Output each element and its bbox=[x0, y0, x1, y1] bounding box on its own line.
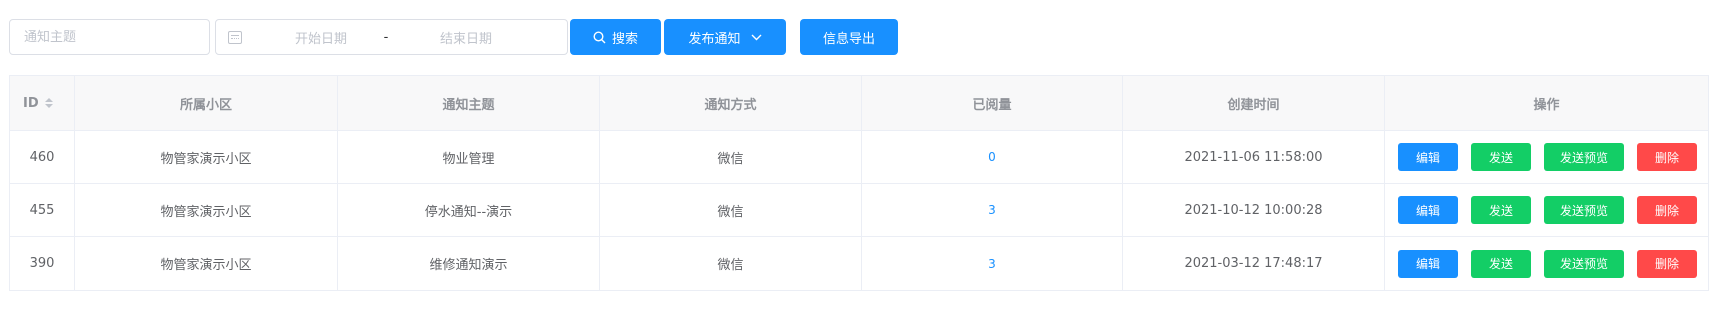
column-header-id-label: ID bbox=[23, 95, 39, 111]
delete-button[interactable]: 删除 bbox=[1637, 196, 1697, 224]
publish-notice-dropdown[interactable]: 发布通知 bbox=[664, 19, 786, 55]
table-row: 455 物管家演示小区 停水通知--演示 微信 3 2021-10-12 10:… bbox=[10, 184, 1708, 237]
read-count-link[interactable]: 3 bbox=[988, 203, 996, 217]
column-header-read-count: 已阅量 bbox=[862, 76, 1123, 130]
export-info-button[interactable]: 信息导出 bbox=[800, 19, 898, 55]
publish-notice-label: 发布通知 bbox=[688, 31, 741, 47]
edit-button[interactable]: 编辑 bbox=[1398, 143, 1458, 171]
cell-created-at: 2021-10-12 10:00:28 bbox=[1123, 184, 1385, 236]
send-preview-button[interactable]: 发送预览 bbox=[1544, 249, 1624, 278]
notice-table: ID 所属小区 通知主题 通知方式 已阅量 创建时间 操作 460 物管家演示小… bbox=[9, 75, 1709, 291]
search-button-label: 搜索 bbox=[611, 31, 638, 47]
column-header-subject: 通知主题 bbox=[338, 76, 600, 130]
cell-community: 物管家演示小区 bbox=[75, 237, 338, 290]
edit-button[interactable]: 编辑 bbox=[1398, 249, 1458, 278]
cell-method: 微信 bbox=[600, 184, 862, 236]
cell-subject: 维修通知演示 bbox=[338, 237, 600, 290]
cell-id: 390 bbox=[10, 237, 75, 290]
cell-id: 460 bbox=[10, 131, 75, 183]
chevron-down-icon bbox=[751, 34, 762, 41]
read-count-link[interactable]: 3 bbox=[988, 257, 996, 271]
send-button[interactable]: 发送 bbox=[1471, 143, 1531, 171]
table-row: 460 物管家演示小区 物业管理 微信 0 2021-11-06 11:58:0… bbox=[10, 131, 1708, 184]
edit-button[interactable]: 编辑 bbox=[1398, 196, 1458, 224]
cell-community: 物管家演示小区 bbox=[75, 131, 338, 183]
delete-button[interactable]: 删除 bbox=[1637, 249, 1697, 278]
calendar-icon bbox=[228, 30, 242, 44]
cell-created-at: 2021-11-06 11:58:00 bbox=[1123, 131, 1385, 183]
delete-button[interactable]: 删除 bbox=[1637, 143, 1697, 171]
read-count-link[interactable]: 0 bbox=[988, 150, 996, 164]
cell-read-count: 3 bbox=[862, 184, 1123, 236]
column-header-created-at: 创建时间 bbox=[1123, 76, 1385, 130]
cell-read-count: 0 bbox=[862, 131, 1123, 183]
column-header-community: 所属小区 bbox=[75, 76, 338, 130]
date-end-input[interactable]: 结束日期 bbox=[416, 28, 516, 47]
cell-method: 微信 bbox=[600, 131, 862, 183]
sort-icon[interactable] bbox=[44, 98, 53, 108]
date-start-input[interactable]: 开始日期 bbox=[271, 28, 371, 47]
subject-search-input[interactable] bbox=[9, 19, 210, 55]
export-info-label: 信息导出 bbox=[822, 31, 875, 47]
cell-actions: 编辑 发送 发送预览 删除 bbox=[1385, 184, 1708, 236]
cell-subject: 物业管理 bbox=[338, 131, 600, 183]
send-preview-button[interactable]: 发送预览 bbox=[1544, 143, 1624, 171]
cell-method: 微信 bbox=[600, 237, 862, 290]
send-button[interactable]: 发送 bbox=[1471, 196, 1531, 224]
date-range-separator: - bbox=[383, 29, 389, 45]
cell-subject: 停水通知--演示 bbox=[338, 184, 600, 236]
column-header-actions: 操作 bbox=[1533, 97, 1560, 113]
cell-actions: 编辑 发送 发送预览 删除 bbox=[1385, 237, 1708, 290]
cell-created-at: 2021-03-12 17:48:17 bbox=[1123, 237, 1385, 290]
column-header-method: 通知方式 bbox=[600, 76, 862, 130]
send-preview-button[interactable]: 发送预览 bbox=[1544, 196, 1624, 224]
search-icon bbox=[593, 30, 606, 44]
table-row: 390 物管家演示小区 维修通知演示 微信 3 2021-03-12 17:48… bbox=[10, 237, 1708, 290]
cell-id: 455 bbox=[10, 184, 75, 236]
cell-read-count: 3 bbox=[862, 237, 1123, 290]
send-button[interactable]: 发送 bbox=[1471, 249, 1531, 278]
column-header-id[interactable]: ID bbox=[10, 76, 75, 130]
cell-community: 物管家演示小区 bbox=[75, 184, 338, 236]
date-range-picker[interactable]: 开始日期 - 结束日期 bbox=[215, 19, 568, 55]
cell-actions: 编辑 发送 发送预览 删除 bbox=[1385, 131, 1708, 183]
filter-toolbar: 开始日期 - 结束日期 搜索 发布通知 信息导出 bbox=[9, 19, 1709, 55]
search-button[interactable]: 搜索 bbox=[570, 19, 661, 55]
table-header-row: ID 所属小区 通知主题 通知方式 已阅量 创建时间 操作 bbox=[10, 76, 1708, 131]
